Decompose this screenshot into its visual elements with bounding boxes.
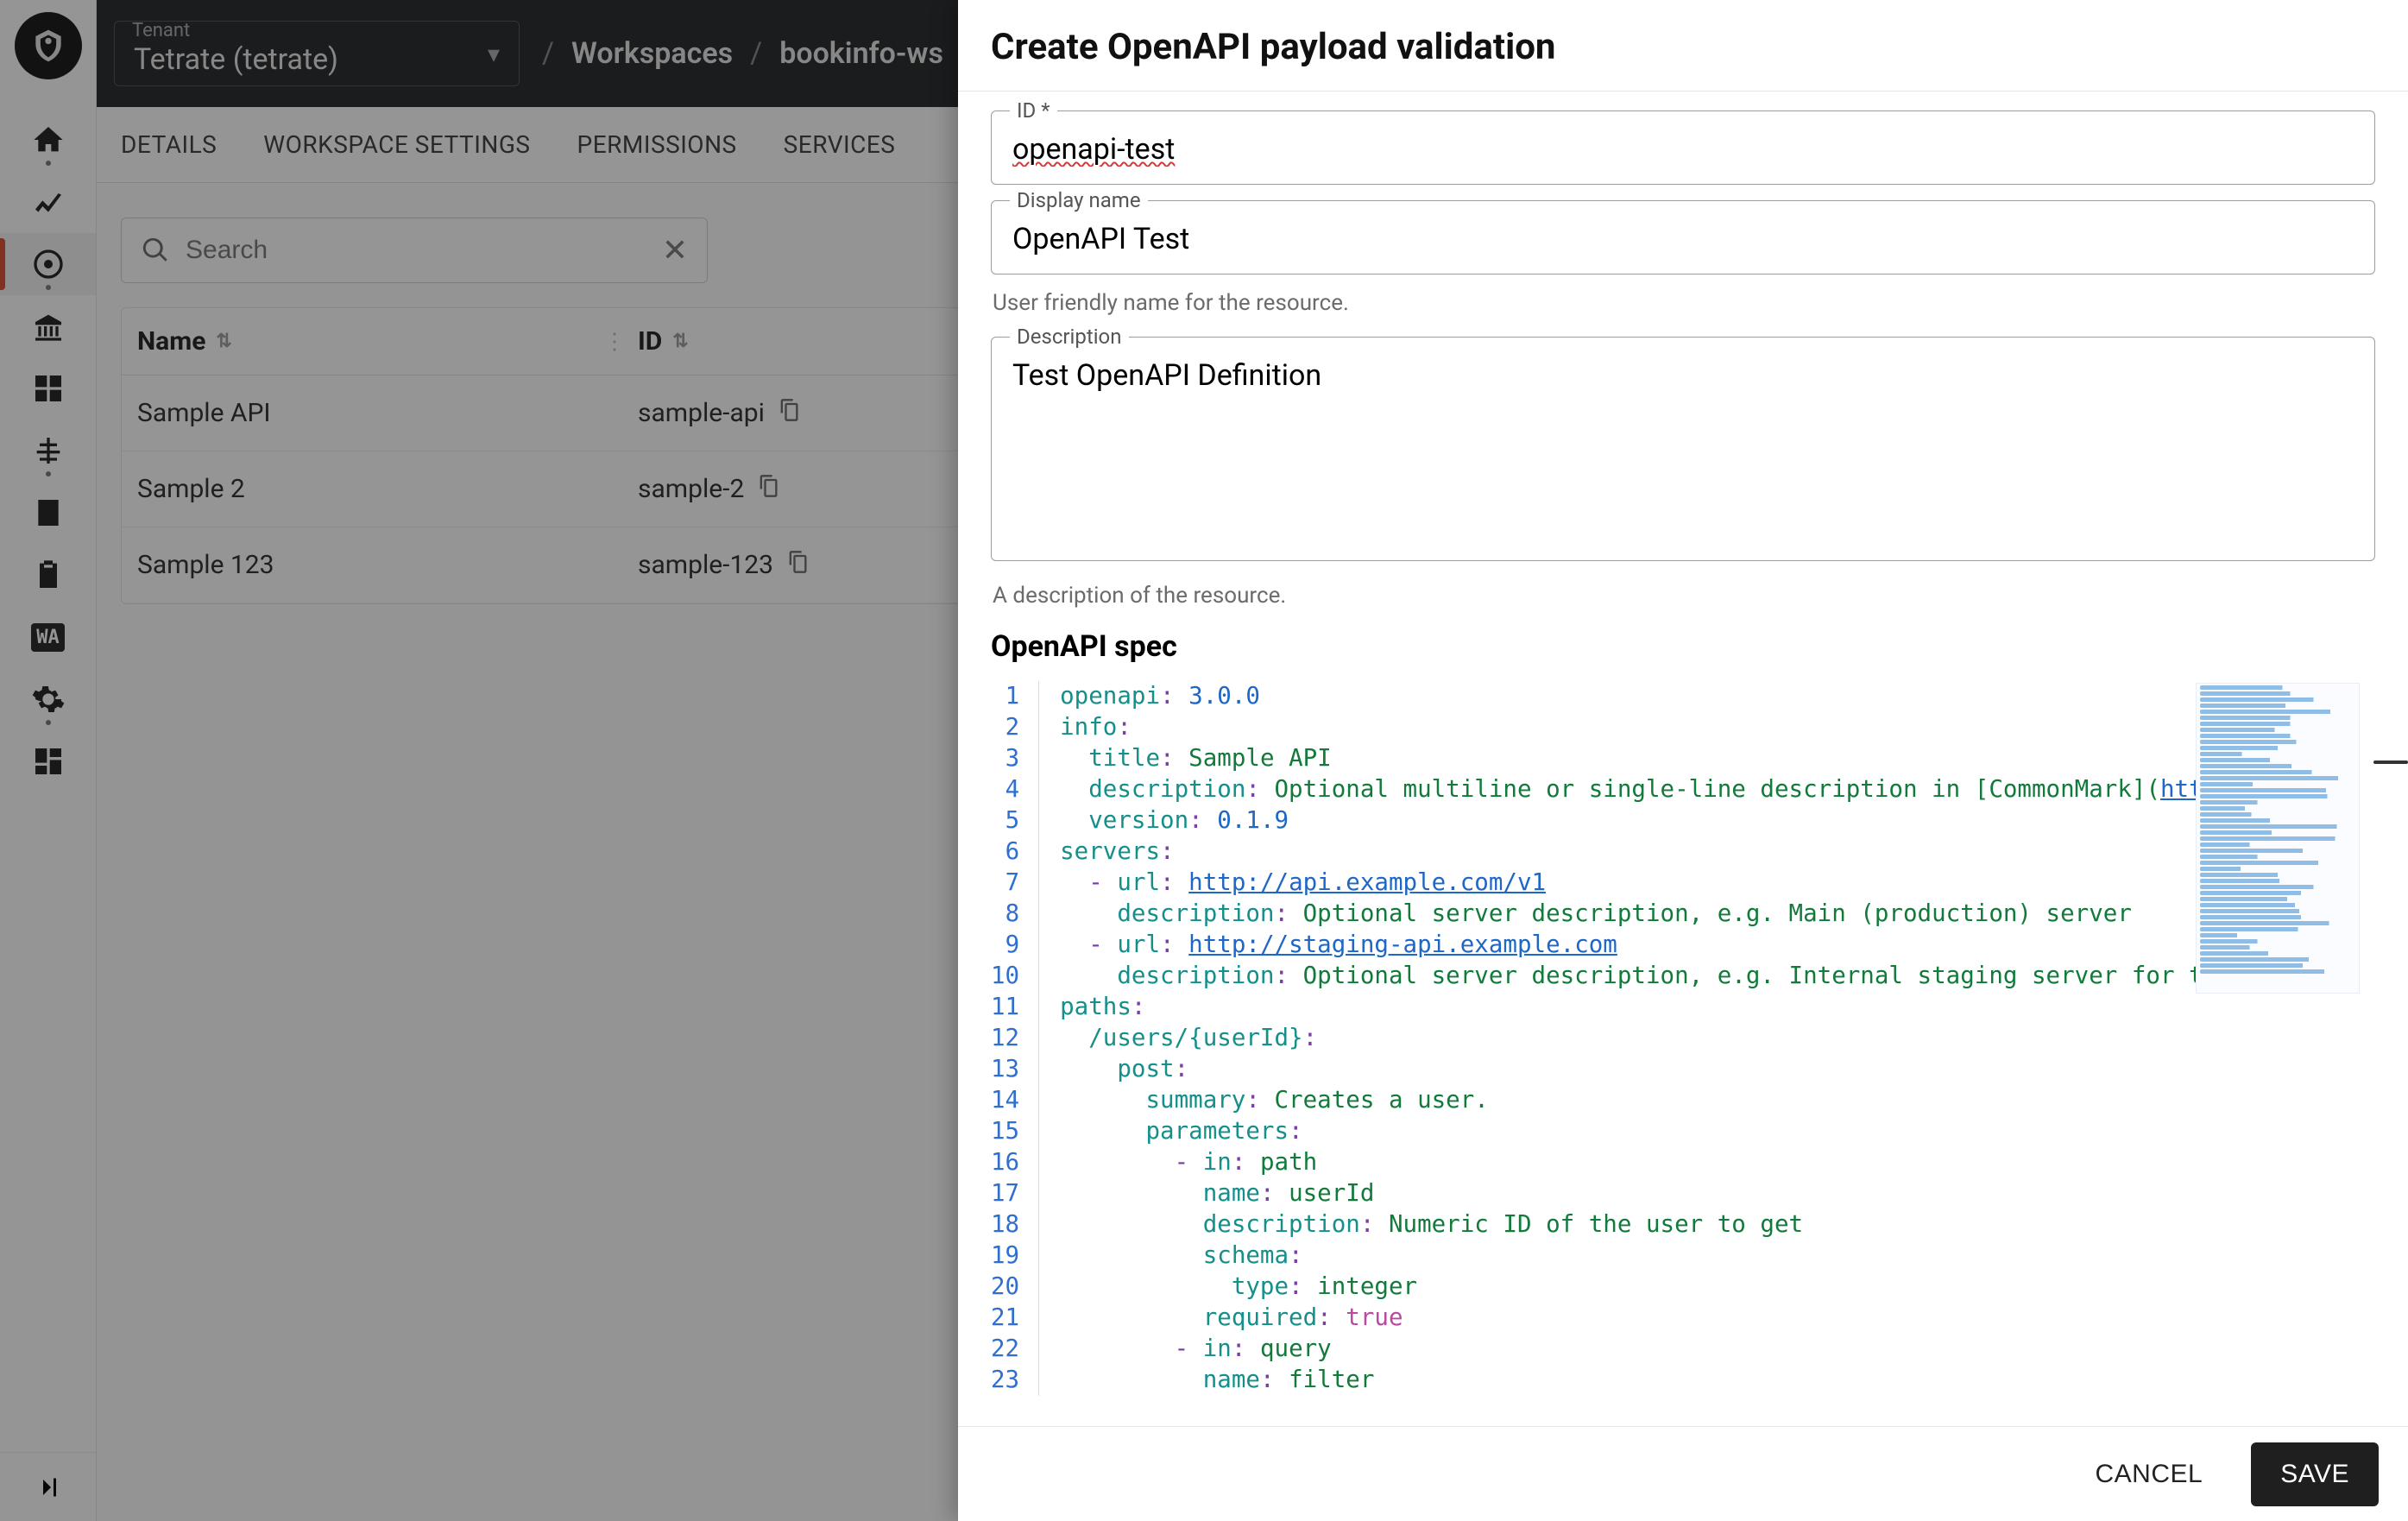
code-gutter: 1234567891011121314151617181920212223 <box>991 676 1038 1401</box>
code-minimap[interactable] <box>2196 683 2360 994</box>
drawer-footer: CANCEL SAVE <box>958 1426 2408 1521</box>
display-name-input[interactable] <box>991 200 2375 275</box>
description-label: Description <box>1010 325 1129 349</box>
save-button[interactable]: SAVE <box>2251 1442 2379 1506</box>
drawer-body: ID * Display name User friendly name for… <box>958 92 2408 1426</box>
drawer-title: Create OpenAPI payload validation <box>991 26 2375 68</box>
openapi-spec-title: OpenAPI spec <box>991 629 2375 664</box>
cancel-button[interactable]: CANCEL <box>2065 1442 2232 1506</box>
code-editor[interactable]: 1234567891011121314151617181920212223 op… <box>991 676 2375 1401</box>
scroll-hint <box>2373 760 2408 764</box>
code-lines[interactable]: openapi: 3.0.0info: title: Sample API de… <box>1038 676 2317 1401</box>
id-label: ID * <box>1010 98 1057 123</box>
display-name-helper: User friendly name for the resource. <box>993 290 2375 316</box>
description-input[interactable] <box>991 337 2375 561</box>
display-name-label: Display name <box>1010 188 1148 212</box>
create-openapi-drawer: Create OpenAPI payload validation ID * D… <box>958 0 2408 1521</box>
id-input[interactable] <box>991 110 2375 185</box>
drawer-header: Create OpenAPI payload validation <box>958 0 2408 92</box>
description-helper: A description of the resource. <box>993 583 2375 609</box>
